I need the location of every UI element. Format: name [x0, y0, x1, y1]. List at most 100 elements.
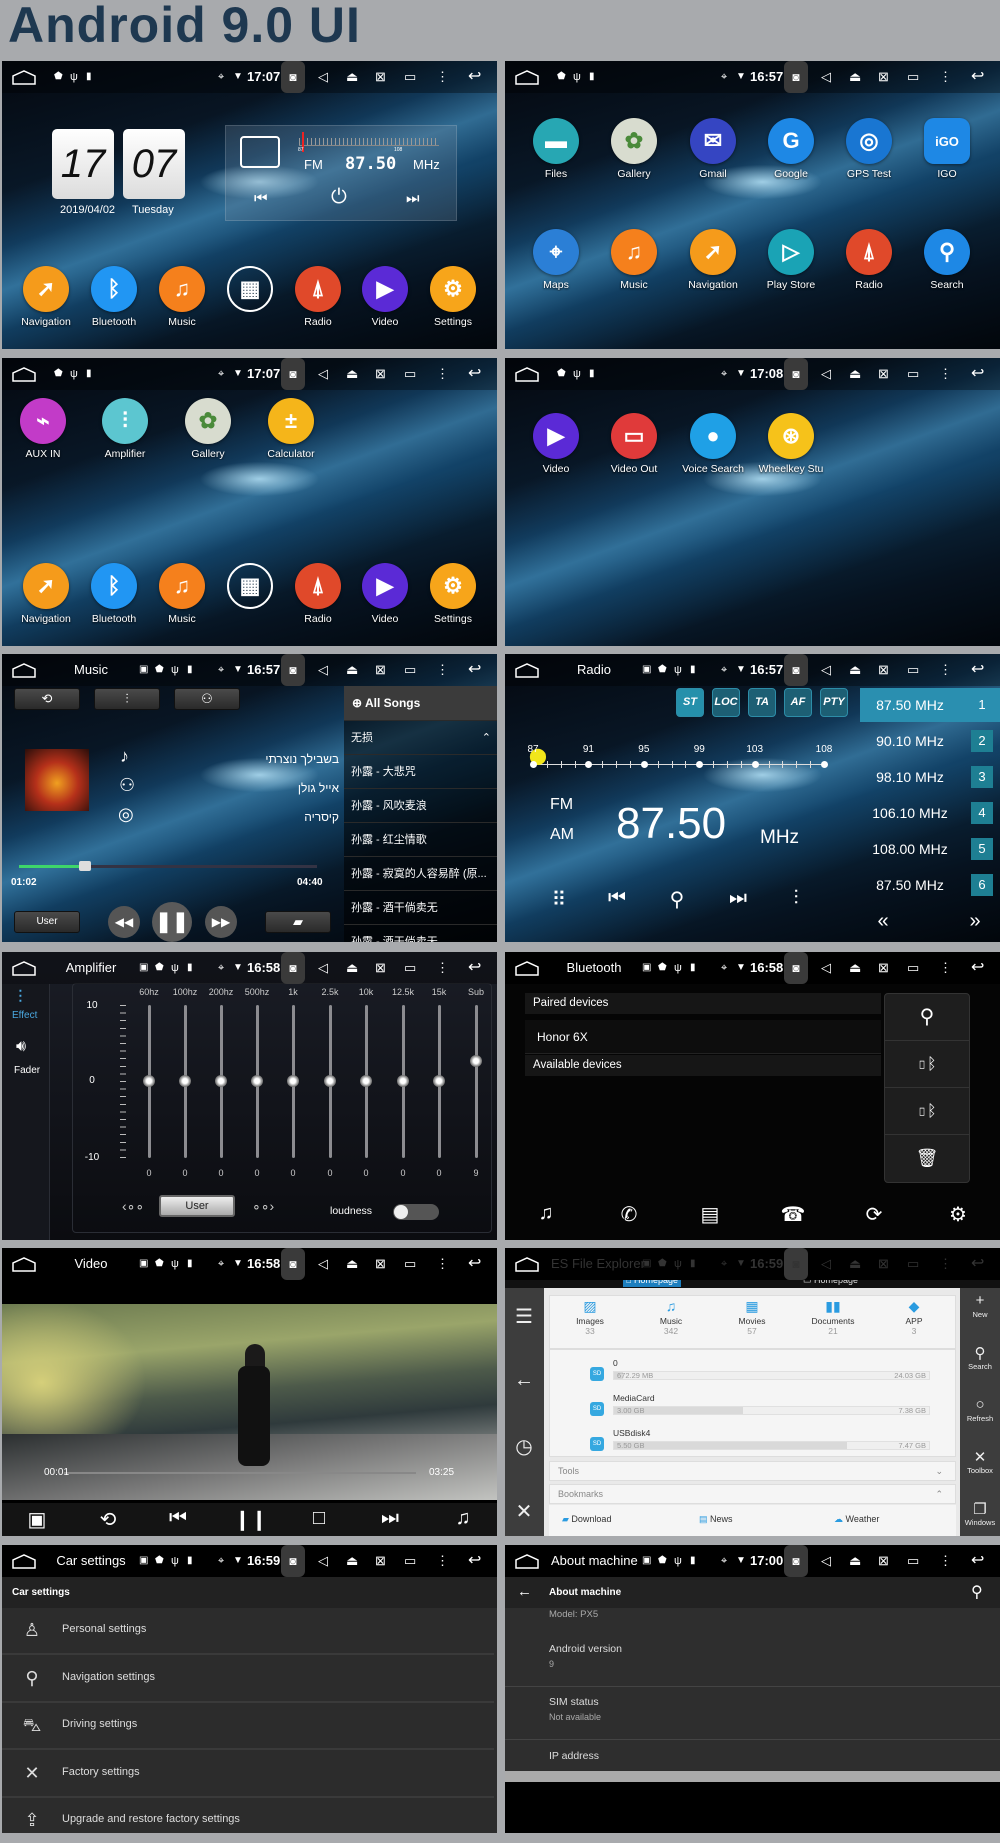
band-knob[interactable]	[397, 1075, 409, 1087]
app-play-store[interactable]: ▷ Play Store	[751, 229, 831, 291]
app-gallery[interactable]: ✿ Gallery	[168, 398, 248, 460]
screenshot-icon[interactable]: ⊠	[375, 952, 386, 984]
about-row-title[interactable]: SIM status	[549, 1696, 599, 1708]
folder-button[interactable]: ▰	[265, 911, 331, 933]
eject-icon[interactable]: ⏏	[849, 358, 861, 390]
user-button[interactable]: User	[14, 911, 80, 933]
camera-icon[interactable]: ◙	[281, 1545, 305, 1577]
action-search[interactable]: ⚲ Search	[960, 1344, 1000, 1371]
app-search[interactable]: ⚲ Search	[907, 229, 987, 291]
equalizer-icon[interactable]: ⫶	[781, 887, 811, 910]
setting-tools[interactable]: ✕ Factory settings	[2, 1750, 494, 1798]
band-knob[interactable]	[215, 1075, 227, 1087]
volume-icon[interactable]: ◁	[318, 654, 328, 686]
volume-icon[interactable]: ◁	[821, 952, 831, 984]
volume-icon[interactable]: ◁	[821, 1545, 831, 1577]
volume-icon[interactable]: ◁	[318, 952, 328, 984]
preset-1[interactable]: 87.50 MHz 1	[860, 688, 1000, 722]
app-gallery[interactable]: ✿ Gallery	[594, 118, 674, 180]
call-log-icon[interactable]: ✆	[614, 1202, 644, 1227]
more-icon[interactable]: ⋮	[939, 654, 952, 686]
back-icon[interactable]: ↩	[971, 61, 984, 93]
previous-page-icon[interactable]: «	[868, 910, 898, 933]
menu-icon[interactable]: ☰	[509, 1304, 539, 1329]
eject-icon[interactable]: ⏏	[849, 1545, 861, 1577]
eject-icon[interactable]: ⏏	[346, 1248, 358, 1280]
more-icon[interactable]: ⋮	[436, 654, 449, 686]
dialer-icon[interactable]: ☎	[778, 1202, 808, 1227]
rewind-button[interactable]: ◀◀	[108, 906, 140, 938]
back-icon[interactable]: ↩	[971, 358, 984, 390]
app-settings[interactable]: ⚙ Settings	[413, 563, 493, 625]
camera-icon[interactable]: ◙	[784, 358, 808, 390]
screenshot-icon[interactable]: ⊠	[878, 1545, 889, 1577]
bookmark-weather[interactable]: ☁ Weather	[834, 1514, 879, 1525]
preset-user-button[interactable]: User	[159, 1195, 235, 1217]
playlist-group[interactable]: 无损 ⌃	[344, 720, 497, 754]
fullscreen-icon[interactable]: ▣	[22, 1507, 52, 1532]
loudness-toggle[interactable]	[393, 1204, 439, 1220]
recent-apps-icon[interactable]: ▭	[907, 654, 919, 686]
volume-icon[interactable]: ◁	[821, 1248, 831, 1280]
more-icon[interactable]: ⋮	[436, 61, 449, 93]
back-icon[interactable]: ↩	[971, 1545, 984, 1577]
more-icon[interactable]: ⋮	[939, 952, 952, 984]
recent-apps-icon[interactable]: ▭	[907, 1545, 919, 1577]
screenshot-icon[interactable]: ⊠	[375, 654, 386, 686]
effect-icon[interactable]: ⫶	[18, 987, 23, 1008]
home-icon[interactable]	[514, 662, 540, 682]
setting-navigation-pin[interactable]: ⚲ Navigation settings	[2, 1655, 494, 1703]
volume-icon[interactable]: ◁	[821, 61, 831, 93]
camera-icon[interactable]: ◙	[784, 61, 808, 93]
app-radio[interactable]: ⍋ Radio	[829, 229, 909, 291]
keypad-icon[interactable]: ⠿	[544, 887, 574, 912]
playlist-song[interactable]: 孙露 - 红尘情歌	[344, 822, 497, 856]
back-icon[interactable]: ↩	[468, 358, 481, 390]
search-icon[interactable]: ⚲	[662, 887, 692, 912]
home-icon[interactable]	[11, 69, 37, 89]
previous-preset-icon[interactable]: ‹∘∘	[122, 1198, 144, 1215]
screenshot-icon[interactable]: ⊠	[878, 61, 889, 93]
category-documents[interactable]: ▮▮ Documents 21	[803, 1298, 863, 1336]
phone-bluetooth-icon[interactable]: ▯ᛒ	[885, 1041, 969, 1088]
eject-icon[interactable]: ⏏	[849, 61, 861, 93]
volume-icon[interactable]: ◁	[318, 1248, 328, 1280]
camera-icon[interactable]: ◙	[784, 1248, 808, 1280]
back-icon[interactable]: ↩	[468, 654, 481, 686]
storage-item[interactable]: SD 0 672.29 MB 24.03 GB	[550, 1358, 955, 1391]
recent-apps-icon[interactable]: ▭	[404, 952, 416, 984]
search-device-button[interactable]: ⚲	[885, 994, 969, 1041]
screenshot-icon[interactable]: ⊠	[375, 1545, 386, 1577]
app-gps-test[interactable]: ◎ GPS Test	[829, 118, 909, 180]
pause-button[interactable]: ❚❚	[152, 902, 192, 942]
band-knob[interactable]	[324, 1075, 336, 1087]
recent-apps-icon[interactable]: ▭	[404, 1545, 416, 1577]
recent-apps-icon[interactable]: ▭	[907, 358, 919, 390]
tab-effect[interactable]: Effect	[12, 1010, 37, 1021]
next-icon[interactable]: ⏭	[723, 887, 753, 910]
volume-icon[interactable]: ◁	[318, 358, 328, 390]
playlist-song[interactable]: 孙露 - 酒干倘卖无	[344, 890, 497, 924]
back-icon[interactable]: ↩	[971, 1248, 984, 1280]
progress-bar[interactable]	[19, 861, 317, 871]
app-files[interactable]: ▬ Files	[516, 118, 596, 180]
tools-section[interactable]: Tools ⌄	[549, 1461, 956, 1481]
eject-icon[interactable]: ⏏	[346, 358, 358, 390]
category-images[interactable]: ▨ Images 33	[560, 1298, 620, 1336]
progress-thumb[interactable]	[78, 861, 91, 871]
next-icon[interactable]: ⏭	[406, 190, 420, 207]
pause-icon[interactable]: ❙❙	[234, 1507, 268, 1532]
previous-icon[interactable]: ⏮	[254, 190, 268, 207]
history-icon[interactable]: ◷	[509, 1434, 539, 1459]
more-icon[interactable]: ⋮	[939, 1545, 952, 1577]
app-voice-search[interactable]: ● Voice Search	[673, 413, 753, 475]
band-slider[interactable]	[475, 1005, 478, 1158]
preset-4[interactable]: 106.10 MHz 4	[860, 796, 1000, 830]
next-page-icon[interactable]: »	[960, 910, 990, 933]
back-icon[interactable]: ↩	[468, 1545, 481, 1577]
previous-icon[interactable]: ⏮	[602, 887, 632, 910]
home-icon[interactable]	[11, 1256, 37, 1276]
app-video[interactable]: ▶ Video	[516, 413, 596, 475]
eject-icon[interactable]: ⏏	[346, 61, 358, 93]
playlist[interactable]: ⊕ All Songs 无损 ⌃ 孙露 - 大悲咒 孙露 - 风吹麦浪 孙露 - 红尘…	[344, 686, 497, 942]
